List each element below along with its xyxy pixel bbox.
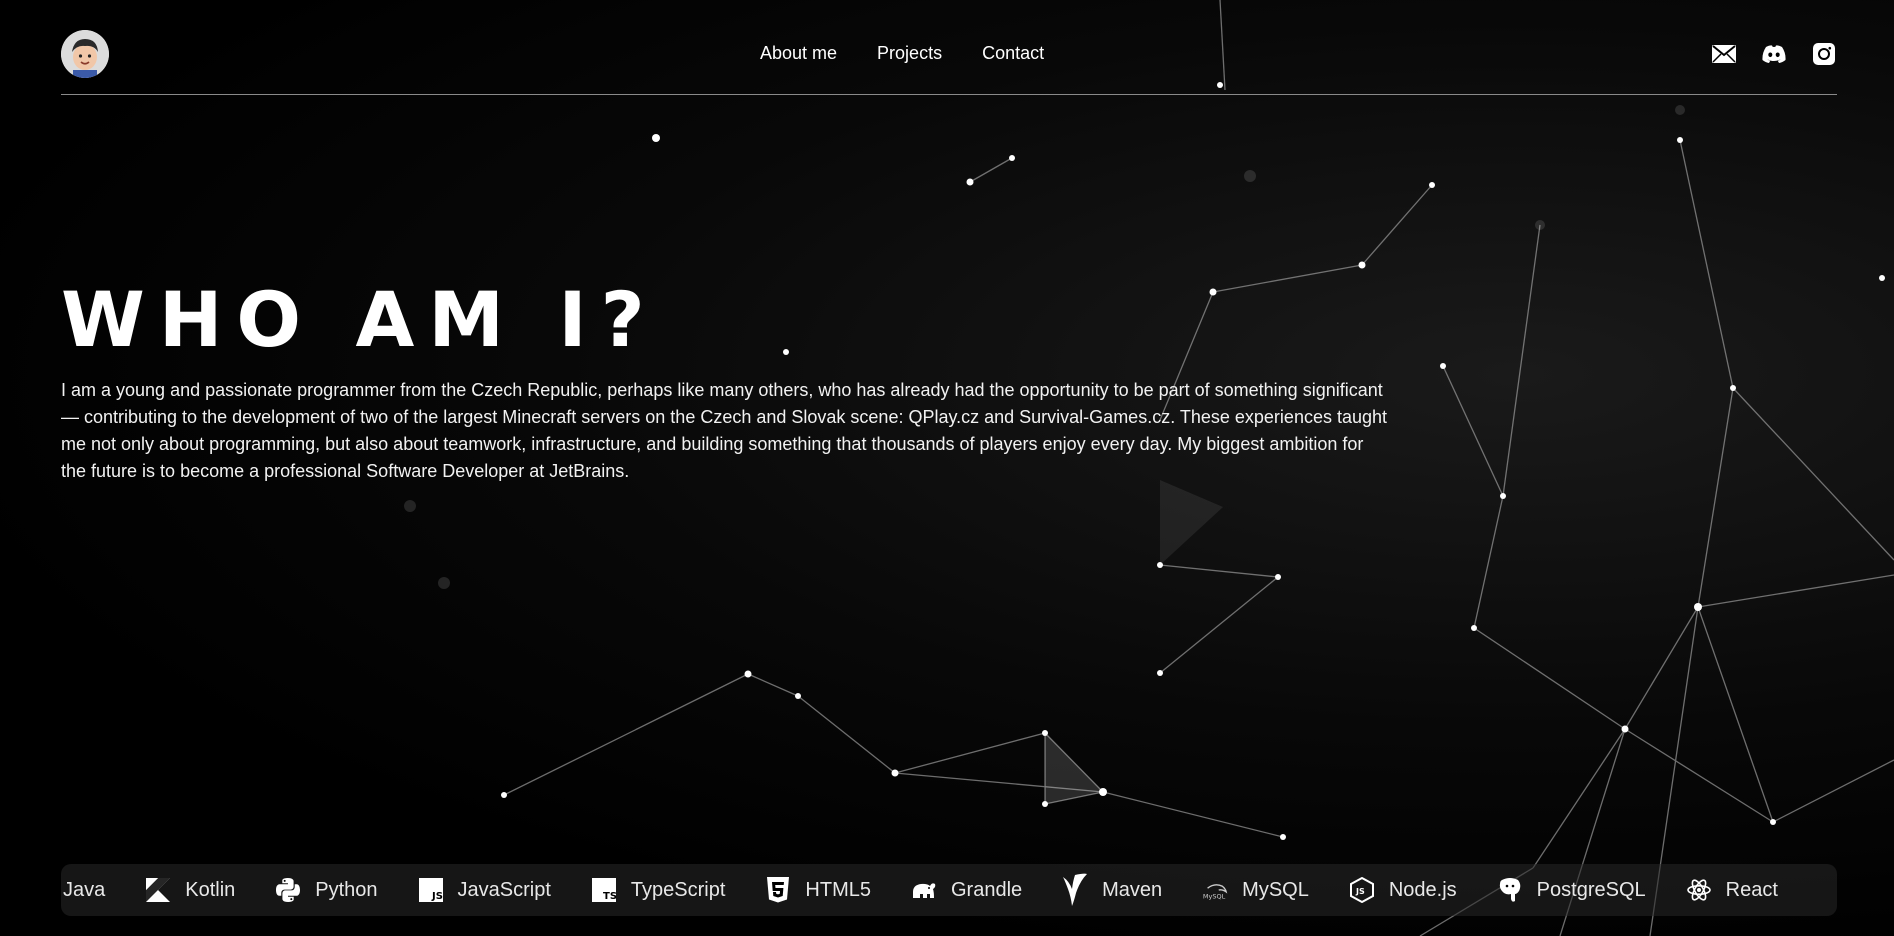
avatar[interactable] bbox=[61, 30, 109, 78]
mail-icon[interactable] bbox=[1711, 41, 1737, 67]
tech-item-java: Java bbox=[63, 879, 105, 902]
tech-item-maven: Maven bbox=[1062, 873, 1163, 906]
tech-label: MySQL bbox=[1242, 878, 1309, 901]
svg-text:JS: JS bbox=[431, 891, 443, 902]
page-title: WHO AM I? bbox=[61, 275, 659, 364]
svg-text:MySQL: MySQL bbox=[1203, 892, 1226, 900]
tech-label: JavaScript bbox=[457, 878, 551, 901]
nav-projects[interactable]: Projects bbox=[877, 43, 942, 64]
tech-item-postgresql: PostgreSQL bbox=[1497, 877, 1646, 903]
tech-item-mysql: MySQL MySQL bbox=[1202, 877, 1309, 903]
tech-item-nodejs: JS Node.js bbox=[1349, 877, 1457, 903]
kotlin-icon bbox=[145, 877, 171, 903]
tech-label: React bbox=[1725, 878, 1778, 901]
tech-stack-strip: Java Kotlin Python JS JavaScript TS Type… bbox=[61, 864, 1837, 916]
python-icon bbox=[275, 877, 301, 903]
react-icon bbox=[1686, 877, 1712, 903]
tech-item-typescript: TS TypeScript bbox=[591, 877, 725, 903]
tech-label: HTML5 bbox=[805, 878, 871, 901]
gradle-icon bbox=[911, 877, 937, 903]
tech-track: Java Kotlin Python JS JavaScript TS Type… bbox=[63, 864, 1778, 916]
tech-item-react: React bbox=[1686, 877, 1778, 903]
maven-icon bbox=[1062, 873, 1088, 906]
avatar-image bbox=[61, 30, 109, 78]
tech-item-gradle: Grandle bbox=[911, 877, 1022, 903]
html5-icon bbox=[765, 877, 791, 903]
javascript-icon: JS bbox=[418, 877, 444, 903]
page: About me Projects Contact WHO AM I? I am… bbox=[0, 0, 1894, 936]
tech-item-kotlin: Kotlin bbox=[145, 877, 235, 903]
typescript-icon: TS bbox=[591, 877, 617, 903]
instagram-icon[interactable] bbox=[1811, 41, 1837, 67]
social-links bbox=[1711, 41, 1837, 67]
nodejs-icon: JS bbox=[1349, 877, 1375, 903]
tech-label: Node.js bbox=[1388, 878, 1457, 901]
tech-label: Java bbox=[63, 878, 106, 901]
tech-label: Python bbox=[315, 878, 378, 901]
nav-about-me[interactable]: About me bbox=[760, 43, 837, 64]
tech-label: PostgreSQL bbox=[1536, 878, 1646, 901]
tech-item-python: Python bbox=[275, 877, 378, 903]
site-header: About me Projects Contact bbox=[61, 0, 1837, 95]
tech-label: Grandle bbox=[950, 878, 1023, 901]
discord-icon[interactable] bbox=[1761, 41, 1787, 67]
postgresql-icon bbox=[1497, 877, 1523, 903]
svg-text:JS: JS bbox=[1355, 887, 1365, 896]
tech-label: TypeScript bbox=[630, 878, 726, 901]
tech-label: Kotlin bbox=[185, 878, 236, 901]
nav-contact[interactable]: Contact bbox=[982, 43, 1044, 64]
mysql-icon: MySQL bbox=[1202, 877, 1228, 903]
tech-label: Maven bbox=[1102, 878, 1163, 901]
tech-item-html5: HTML5 bbox=[765, 877, 871, 903]
svg-text:TS: TS bbox=[603, 891, 616, 902]
main-nav: About me Projects Contact bbox=[760, 43, 1044, 64]
intro-paragraph: I am a young and passionate programmer f… bbox=[61, 380, 1388, 481]
tech-item-javascript: JS JavaScript bbox=[418, 877, 551, 903]
